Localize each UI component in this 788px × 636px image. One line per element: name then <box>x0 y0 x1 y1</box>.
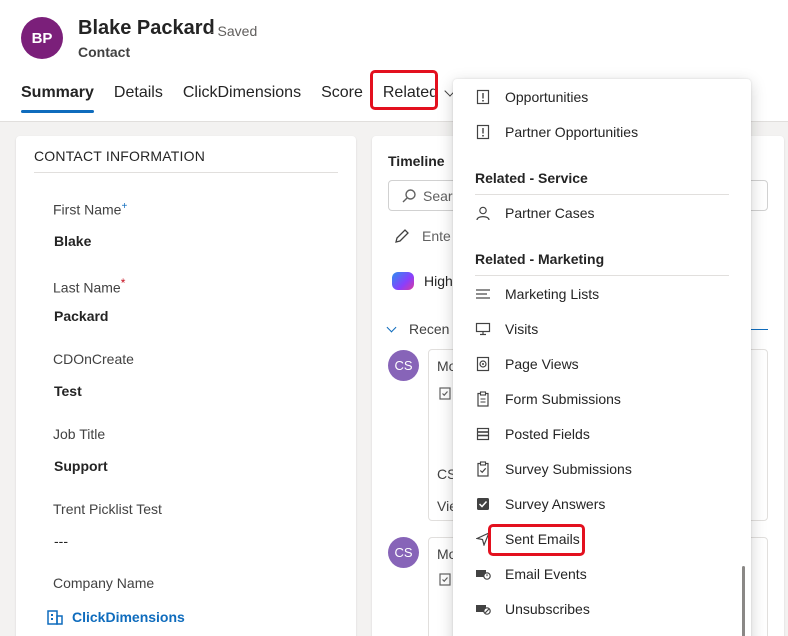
monitor-icon <box>475 321 491 337</box>
menu-item-label: Partner Opportunities <box>505 124 639 140</box>
menu-item-email-events[interactable]: Email Events <box>475 562 587 586</box>
fields-icon <box>475 426 491 442</box>
menu-item-label: Opportunities <box>505 89 589 105</box>
task-icon <box>439 386 451 403</box>
menu-item-label: Email Events <box>505 566 587 582</box>
list-icon <box>475 286 491 302</box>
job-title-label: Job Title <box>53 426 106 442</box>
contact-information-section: CONTACT INFORMATION First Name+ Blake La… <box>16 136 356 636</box>
menu-item-label: Page Views <box>505 356 579 372</box>
menu-item-unsubscribes[interactable]: Unsubscribes <box>475 597 590 621</box>
annotation-highlight-related <box>370 70 438 110</box>
note-placeholder: Ente <box>422 228 451 244</box>
menu-item-partner-opportunities[interactable]: Partner Opportunities <box>475 120 638 144</box>
tab-details[interactable]: Details <box>114 83 163 113</box>
recent-label: Recen <box>409 321 450 337</box>
menu-item-page-views[interactable]: Page Views <box>475 352 579 376</box>
divider <box>475 275 729 276</box>
trent-picklist-label: Trent Picklist Test <box>53 501 162 517</box>
highlights-label: High <box>424 273 453 289</box>
menu-item-label: Visits <box>505 321 539 337</box>
job-title-field[interactable]: Support <box>54 458 108 474</box>
tab-clickdimensions[interactable]: ClickDimensions <box>183 83 301 113</box>
copilot-icon <box>392 272 414 290</box>
menu-item-partner-cases[interactable]: Partner Cases <box>475 201 594 225</box>
divider <box>34 172 338 173</box>
recent-group-toggle[interactable]: Recen <box>386 321 450 337</box>
menu-item-visits[interactable]: Visits <box>475 317 538 341</box>
email-event-icon <box>475 566 491 582</box>
activity-avatar: CS <box>388 537 419 568</box>
cdoncreate-field[interactable]: Test <box>54 383 82 399</box>
menu-item-opportunities[interactable]: Opportunities <box>475 85 588 109</box>
person-icon <box>475 205 491 221</box>
timeline-highlights[interactable]: High <box>392 272 453 290</box>
menu-item-label: Survey Answers <box>505 496 606 512</box>
last-name-label: Last Name* <box>53 276 126 296</box>
page-view-icon <box>475 356 491 372</box>
scrollbar-thumb[interactable] <box>742 566 745 636</box>
menu-item-posted-fields[interactable]: Posted Fields <box>475 422 590 446</box>
activity-avatar: CS <box>388 350 419 381</box>
first-name-label: First Name+ <box>53 201 128 218</box>
avatar: BP <box>21 17 63 59</box>
menu-item-label: Survey Submissions <box>505 461 632 477</box>
first-name-field[interactable]: Blake <box>54 233 91 249</box>
opportunity-icon <box>475 89 491 105</box>
last-name-field[interactable]: Packard <box>54 308 108 324</box>
tab-summary[interactable]: Summary <box>21 83 94 113</box>
section-title: CONTACT INFORMATION <box>34 148 206 164</box>
menu-item-label: Marketing Lists <box>505 286 600 302</box>
opportunity-icon <box>475 124 491 140</box>
menu-item-label: Partner Cases <box>505 205 595 221</box>
clipboard-icon <box>475 391 491 407</box>
menu-item-label: Posted Fields <box>505 426 590 442</box>
company-name-label: Company Name <box>53 575 155 591</box>
timeline-title: Timeline <box>388 153 445 169</box>
company-name-value: ClickDimensions <box>72 609 185 625</box>
company-name-link[interactable]: ClickDimensions <box>46 608 185 626</box>
cdoncreate-label: CDOnCreate <box>53 351 134 367</box>
menu-item-survey-submissions[interactable]: Survey Submissions <box>475 457 632 481</box>
menu-item-survey-answers[interactable]: Survey Answers <box>475 492 605 516</box>
account-icon <box>46 608 64 626</box>
divider <box>475 194 729 195</box>
search-icon <box>401 188 417 204</box>
menu-item-marketing-lists[interactable]: Marketing Lists <box>475 282 599 306</box>
menu-item-form-submissions[interactable]: Form Submissions <box>475 387 621 411</box>
chevron-down-icon <box>386 322 397 332</box>
save-status: - Saved <box>209 23 258 39</box>
tab-score[interactable]: Score <box>321 83 363 113</box>
annotation-highlight-sent-emails <box>488 524 585 556</box>
unsubscribe-icon <box>475 601 491 617</box>
record-title: Blake Packard <box>78 17 215 39</box>
survey-check-icon <box>475 461 491 477</box>
trent-picklist-field[interactable]: --- <box>54 533 68 549</box>
recommended-marker: + <box>121 201 128 212</box>
checkbox-icon <box>475 496 491 512</box>
entity-name: Contact <box>78 44 131 60</box>
menu-item-label: Unsubscribes <box>505 601 590 617</box>
menu-group-header-marketing: Related - Marketing <box>475 251 605 267</box>
required-marker: * <box>120 276 126 290</box>
menu-group-header-service: Related - Service <box>475 170 588 186</box>
pencil-icon <box>394 228 410 244</box>
enter-note-input[interactable]: Ente <box>394 228 451 244</box>
menu-item-label: Form Submissions <box>505 391 621 407</box>
task-icon <box>439 572 451 589</box>
